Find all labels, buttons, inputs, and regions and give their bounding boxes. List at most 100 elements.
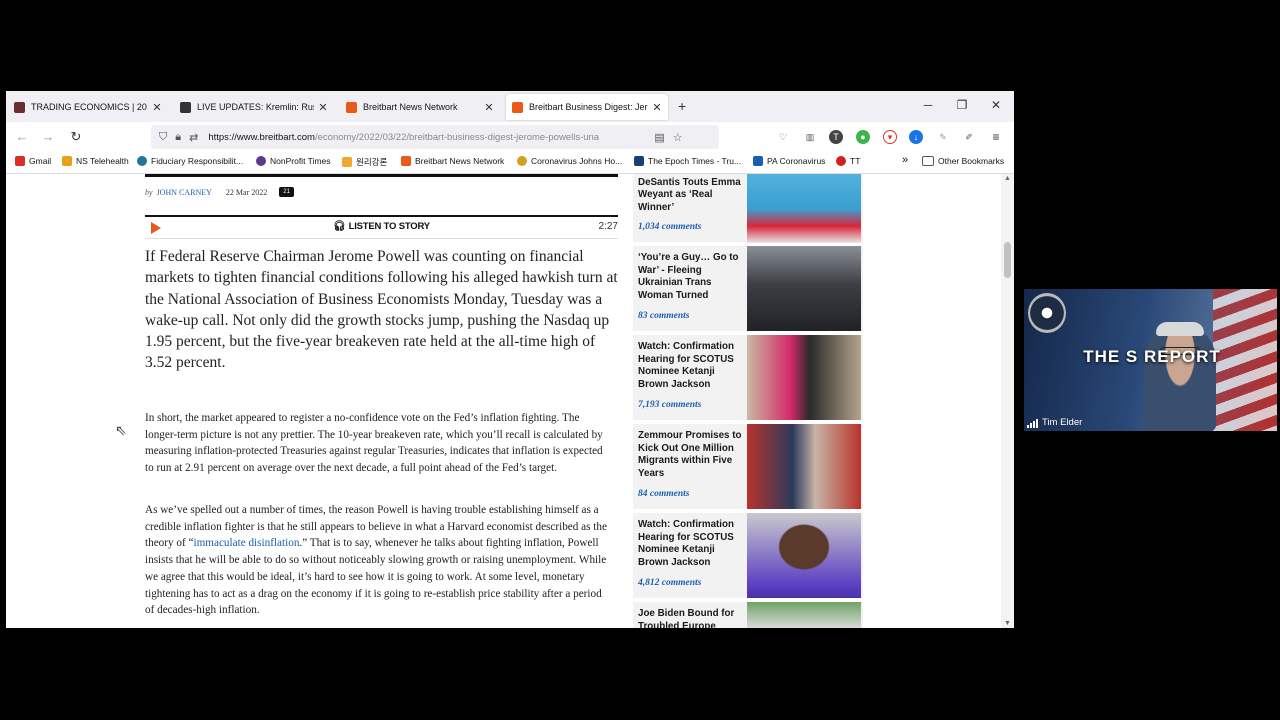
- nonprofit-times-icon: [256, 156, 266, 166]
- bookmark-label: TT: [850, 156, 861, 166]
- tab-breitbart-news[interactable]: Breitbart News Network ✕: [340, 94, 500, 120]
- story-thumbnail[interactable]: [747, 335, 861, 420]
- story-title[interactable]: Joe Biden Bound for Troubled Europe: [638, 608, 744, 628]
- immaculate-disinflation-link[interactable]: immaculate disinflation: [193, 537, 299, 549]
- bookmark-label: The Epoch Times - Tru...: [648, 156, 742, 166]
- listen-label-text: LISTEN TO STORY: [348, 221, 430, 232]
- window-close-icon[interactable]: ✕: [986, 98, 1006, 112]
- new-tab-plus-icon[interactable]: +: [678, 98, 686, 114]
- bookmark-coronavirus-jhu[interactable]: Coronavirus Johns Ho...: [517, 156, 622, 166]
- author-link[interactable]: JOHN CARNEY: [157, 188, 212, 197]
- story-thumbnail[interactable]: [747, 246, 861, 331]
- extension-puzzle-icon[interactable]: ✎: [936, 130, 950, 144]
- bookmark-label: Coronavirus Johns Ho...: [531, 156, 623, 166]
- mouse-cursor-icon: ⇖: [115, 422, 127, 438]
- bookmark-pa-coronavirus[interactable]: PA Coronavirus: [753, 156, 825, 166]
- headphones-icon: 🎧︎: [333, 221, 346, 232]
- signal-strength-icon: [1027, 419, 1039, 428]
- reload-icon[interactable]: ↻: [68, 129, 84, 145]
- sidebar-toggle-icon[interactable]: ▥: [803, 130, 817, 144]
- story-thumbnail[interactable]: [747, 602, 861, 628]
- permissions-icon[interactable]: ⇄: [189, 131, 198, 144]
- reader-view-icon[interactable]: ▤: [654, 131, 664, 144]
- extension-t-icon[interactable]: T: [829, 130, 843, 144]
- story-title[interactable]: ‘You’re a Guy… Go to War’ - Fleeing Ukra…: [638, 252, 744, 302]
- url-text[interactable]: https://www.breitbart.com/economy/2022/0…: [208, 132, 648, 143]
- jhu-icon: [517, 156, 527, 166]
- url-bar[interactable]: ⛉ 🔒︎ ⇄ https://www.breitbart.com/economy…: [151, 125, 719, 149]
- story-title[interactable]: Zemmour Promises to Kick Out One Million…: [638, 430, 744, 480]
- lock-icon[interactable]: 🔒︎: [175, 131, 181, 144]
- minimize-icon[interactable]: ─: [918, 98, 938, 112]
- bookmark-star-icon[interactable]: ☆: [673, 131, 683, 144]
- extension-ublock-icon[interactable]: ▾: [883, 130, 897, 144]
- menu-icon[interactable]: ≡: [989, 130, 1003, 144]
- restore-icon[interactable]: ❐: [952, 98, 972, 112]
- publish-date: 22 Mar 2022: [225, 187, 268, 197]
- bookmark-label: Fiduciary Responsibilit...: [151, 156, 244, 166]
- bookmark-fiduciary[interactable]: Fiduciary Responsibilit...: [137, 156, 243, 166]
- forward-arrow-icon[interactable]: →: [40, 129, 56, 144]
- bookmark-ns-telehealth[interactable]: NS Telehealth: [62, 156, 129, 166]
- extension-pen-icon[interactable]: ✐: [962, 130, 976, 144]
- other-bookmarks[interactable]: Other Bookmarks: [922, 156, 1004, 166]
- page-scrollbar[interactable]: ▲ ▼: [1001, 174, 1014, 628]
- sidebar-story[interactable]: ‘You’re a Guy… Go to War’ - Fleeing Ukra…: [633, 246, 863, 331]
- tab-label: Breitbart News Network: [363, 102, 458, 112]
- bookmarks-overflow-chevron-icon[interactable]: »: [902, 154, 908, 166]
- sidebar-story[interactable]: Joe Biden Bound for Troubled Europe: [633, 602, 863, 628]
- bookmark-breitbart[interactable]: Breitbart News Network: [401, 156, 504, 166]
- shield-icon[interactable]: ⛉: [159, 131, 167, 144]
- back-arrow-icon[interactable]: ←: [14, 129, 30, 144]
- tab-trading-economics[interactable]: TRADING ECONOMICS | 20 milli ✕: [8, 94, 168, 120]
- bookmark-gmail[interactable]: Gmail: [15, 156, 51, 166]
- article-lead-paragraph: If Federal Reserve Chairman Jerome Powel…: [145, 248, 618, 372]
- story-title[interactable]: Florida Governor Ron DeSantis Touts Emma…: [638, 174, 744, 214]
- story-comment-count[interactable]: 7,193 comments: [638, 400, 701, 410]
- close-tab-icon[interactable]: ✕: [484, 101, 494, 114]
- scrollbar-thumb[interactable]: [1004, 242, 1011, 278]
- story-thumbnail[interactable]: [747, 513, 861, 598]
- bookmark-label: NS Telehealth: [76, 156, 129, 166]
- bookmark-label: 원리강론: [356, 157, 388, 167]
- browser-window: TRADING ECONOMICS | 20 milli ✕ LIVE UPDA…: [6, 91, 1014, 628]
- bookmark-label: Other Bookmarks: [938, 156, 1005, 166]
- bookmark-nonprofit-times[interactable]: NonProfit Times: [256, 156, 330, 166]
- page-content: by JOHN CARNEY 22 Mar 2022 21 🎧︎ LISTEN T…: [6, 174, 1001, 628]
- sidebar-story[interactable]: Zemmour Promises to Kick Out One Million…: [633, 424, 863, 509]
- pocket-icon[interactable]: ♡: [776, 130, 790, 144]
- sidebar-story[interactable]: Watch: Confirmation Hearing for SCOTUS N…: [633, 513, 863, 598]
- bookmark-tt[interactable]: TT: [836, 156, 860, 166]
- story-comment-count[interactable]: 84 comments: [638, 489, 689, 499]
- trading-economics-favicon-icon: [14, 101, 25, 113]
- sidebar-story[interactable]: Florida Governor Ron DeSantis Touts Emma…: [633, 174, 863, 243]
- hero-image-bottom-edge: [145, 174, 618, 177]
- story-title[interactable]: Watch: Confirmation Hearing for SCOTUS N…: [638, 519, 744, 569]
- story-thumbnail[interactable]: [747, 424, 861, 509]
- tab-live-updates[interactable]: LIVE UPDATES: Kremlin: Russia ✕: [174, 94, 334, 120]
- story-comment-count[interactable]: 83 comments: [638, 311, 689, 321]
- story-title[interactable]: Watch: Confirmation Hearing for SCOTUS N…: [638, 341, 744, 391]
- extension-save-icon[interactable]: ↓: [909, 130, 923, 144]
- listen-to-story-player[interactable]: 🎧︎ LISTEN TO STORY 2:27: [145, 215, 618, 239]
- story-comment-count[interactable]: 1,034 comments: [638, 222, 701, 232]
- close-tab-icon[interactable]: ✕: [652, 101, 662, 114]
- folder-icon: [922, 156, 934, 166]
- comments-badge[interactable]: 21: [279, 187, 294, 197]
- bookmark-korean[interactable]: 원리강론: [342, 156, 387, 168]
- tab-breitbart-business-digest[interactable]: Breitbart Business Digest: Jerom ✕: [506, 94, 668, 120]
- scroll-down-icon[interactable]: ▼: [1004, 620, 1011, 627]
- scroll-up-icon[interactable]: ▲: [1004, 175, 1011, 182]
- story-comment-count[interactable]: 4,812 comments: [638, 578, 701, 588]
- listen-label[interactable]: 🎧︎ LISTEN TO STORY: [145, 221, 618, 232]
- byline-prefix: by: [145, 187, 153, 197]
- bookmark-epoch-times[interactable]: The Epoch Times - Tru...: [634, 156, 741, 166]
- sidebar-story[interactable]: Watch: Confirmation Hearing for SCOTUS N…: [633, 335, 863, 420]
- story-thumbnail[interactable]: [747, 174, 861, 243]
- participant-name: Tim Elder: [1042, 417, 1083, 428]
- show-title: THE S REPORT: [1083, 347, 1221, 366]
- folder-icon: [62, 156, 72, 166]
- close-tab-icon[interactable]: ✕: [318, 101, 328, 114]
- extension-green-icon[interactable]: ●: [856, 130, 870, 144]
- close-tab-icon[interactable]: ✕: [152, 101, 162, 114]
